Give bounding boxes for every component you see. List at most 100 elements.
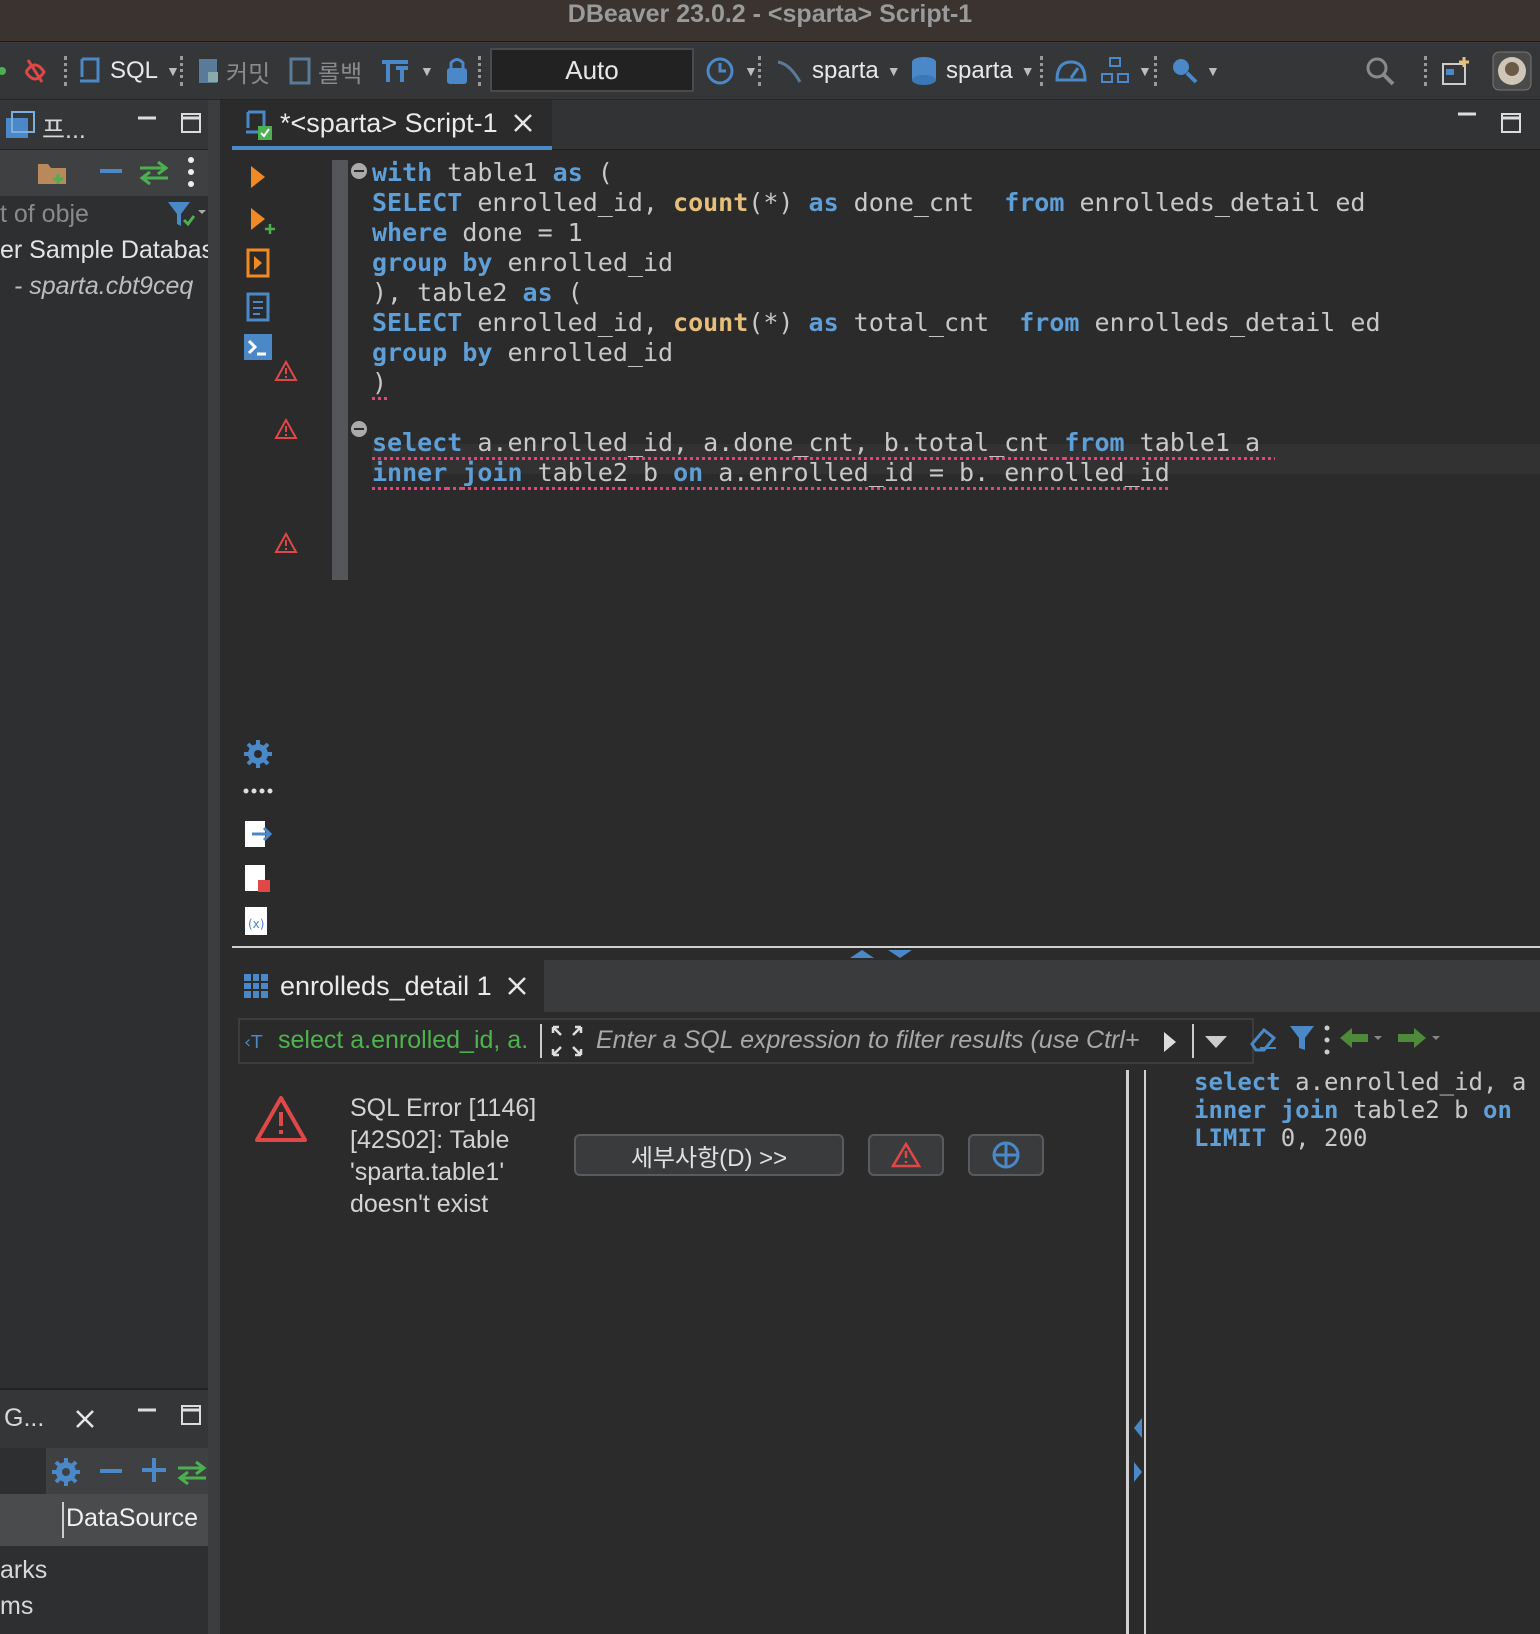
navigator-item-host[interactable]: - sparta.cbt9ceq (14, 272, 208, 301)
panel-divider[interactable] (1144, 1070, 1146, 1634)
dashboard-icon[interactable] (1054, 42, 1088, 100)
add-icon[interactable] (140, 1456, 168, 1484)
search-solution-button[interactable] (968, 1134, 1044, 1176)
lock-icon[interactable] (444, 42, 470, 100)
navigator-item-connection[interactable]: er Sample Databas (0, 236, 208, 265)
collapse-arrows-icon[interactable] (846, 948, 916, 960)
results-filter-bar: ‹T select a.enrolled_id, a. Enter a SQL … (238, 1018, 1254, 1064)
tree-icon[interactable]: ▼ (1100, 42, 1152, 100)
projects-column-header: DataSource (0, 1494, 208, 1546)
minimize-icon[interactable] (136, 114, 158, 130)
export-icon[interactable] (242, 818, 274, 852)
more-options-icon[interactable] (186, 154, 196, 190)
more-tools-icon[interactable] (242, 786, 274, 796)
execute-script-icon[interactable] (244, 246, 274, 280)
editor-tabbar: *<sparta> Script-1 (232, 100, 1540, 150)
back-arrow-icon[interactable] (1338, 1026, 1386, 1054)
expand-icon[interactable] (550, 1024, 584, 1058)
commit-icon (199, 59, 218, 83)
apply-filter-icon[interactable] (1160, 1028, 1180, 1056)
editor-results-splitter[interactable] (232, 946, 1540, 960)
fold-toggle-icon[interactable] (350, 162, 368, 180)
global-search-icon[interactable] (1364, 42, 1396, 100)
maximize-icon[interactable] (1500, 112, 1522, 134)
forward-arrow-icon[interactable] (1396, 1026, 1444, 1054)
eraser-icon[interactable] (1246, 1022, 1282, 1058)
toolbar-separator (64, 56, 68, 86)
terminal-icon[interactable] (242, 332, 274, 362)
collapse-all-icon[interactable] (98, 164, 124, 178)
schema-selector[interactable]: sparta ▼ (910, 42, 1035, 100)
chevron-down-icon[interactable]: ▼ (166, 63, 180, 79)
minimize-icon[interactable] (1456, 110, 1478, 126)
error-log-button[interactable] (868, 1134, 944, 1176)
rollback-button[interactable]: 롤백 (288, 42, 362, 100)
refresh-icon[interactable] (0, 42, 12, 100)
commit-button[interactable]: 커밋 (196, 42, 270, 100)
panel-toggle-arrows-icon[interactable] (1132, 1414, 1144, 1504)
panel-divider (1126, 1070, 1129, 1634)
chevron-down-icon[interactable]: ▼ (744, 63, 758, 79)
link-editor-icon[interactable] (138, 158, 170, 186)
maximize-icon[interactable] (180, 1404, 202, 1426)
chevron-down-icon[interactable]: ▼ (887, 63, 901, 79)
maximize-icon[interactable] (180, 112, 202, 134)
disconnect-icon[interactable] (20, 42, 50, 100)
datasource-selector[interactable]: sparta ▼ (774, 42, 901, 100)
chevron-down-icon[interactable]: ▼ (420, 63, 434, 79)
explain-plan-icon[interactable] (244, 290, 274, 324)
fold-toggle-icon[interactable] (350, 420, 368, 438)
close-icon[interactable] (506, 975, 528, 997)
database-icon (912, 57, 936, 85)
new-folder-icon[interactable] (36, 156, 70, 188)
minimize-icon[interactable] (136, 1406, 158, 1422)
tab-script-1[interactable]: *<sparta> Script-1 (232, 100, 552, 150)
link-icon[interactable] (176, 1458, 208, 1486)
filter-icon[interactable] (166, 198, 208, 230)
collapse-icon[interactable] (98, 1464, 124, 1478)
datasource-column-header[interactable]: DataSource (66, 1504, 208, 1533)
script-icon (246, 110, 272, 140)
error-message: SQL Error [1146] [42S02]: Table 'sparta.… (350, 1094, 537, 1218)
more-options-icon[interactable] (1322, 1022, 1332, 1058)
close-icon[interactable] (512, 112, 534, 134)
chevron-down-icon[interactable]: ▼ (1021, 63, 1035, 79)
query-line-1-rest: a.enrolled_id, a (1295, 1068, 1527, 1096)
settings-gear-icon[interactable] (242, 738, 274, 770)
search-button[interactable]: ▼ (1170, 42, 1220, 100)
variables-icon[interactable]: (x) (242, 904, 274, 938)
projects-tab-label[interactable]: G... (4, 1404, 64, 1433)
close-icon[interactable] (74, 1408, 96, 1430)
projects-item-diagrams[interactable]: ms (0, 1592, 208, 1621)
filter-icon[interactable] (1288, 1022, 1318, 1054)
projects-item-bookmarks[interactable]: arks (0, 1556, 208, 1585)
sql-editor-icon (80, 57, 100, 83)
filter-query-text[interactable]: select a.enrolled_id, a. (278, 1026, 528, 1055)
load-file-icon[interactable] (242, 862, 274, 896)
details-button[interactable]: 세부사항(D) >> (574, 1134, 844, 1176)
chevron-down-icon[interactable]: ▼ (1138, 63, 1152, 79)
execute-statement-icon[interactable] (248, 164, 268, 190)
warning-icon (891, 1142, 921, 1168)
svg-text:‹T: ‹T (244, 1032, 263, 1053)
transaction-mode-button[interactable]: ▼ (380, 42, 434, 100)
column-divider (62, 1502, 64, 1538)
dbeaver-perspective-icon[interactable] (1492, 42, 1532, 100)
navigator-tab-label[interactable]: 프... (42, 110, 102, 146)
results-tabbar: enrolleds_detail 1 (232, 960, 1540, 1012)
rollback-label: 롤백 (318, 60, 363, 88)
sql-code[interactable]: with table1 as ( SELECT enrolled_id, cou… (372, 158, 1381, 488)
chevron-down-icon[interactable]: ▼ (1206, 63, 1220, 79)
query-line-2-rest: table2 b (1352, 1096, 1469, 1124)
transaction-mode-field[interactable]: Auto (490, 48, 694, 92)
history-button[interactable]: ▼ (704, 42, 758, 100)
transaction-icon (382, 60, 408, 82)
sql-editor-button[interactable]: SQL ▼ (76, 42, 180, 100)
filter-input[interactable]: Enter a SQL expression to filter results… (596, 1026, 1176, 1055)
filter-history-icon[interactable] (1202, 1032, 1230, 1052)
tab-enrolleds-detail[interactable]: enrolleds_detail 1 (232, 960, 544, 1012)
gear-icon[interactable] (50, 1456, 82, 1488)
execute-in-new-tab-icon[interactable] (248, 206, 276, 236)
open-perspective-icon[interactable] (1440, 42, 1472, 100)
projects-panel-header: G... (0, 1388, 208, 1448)
